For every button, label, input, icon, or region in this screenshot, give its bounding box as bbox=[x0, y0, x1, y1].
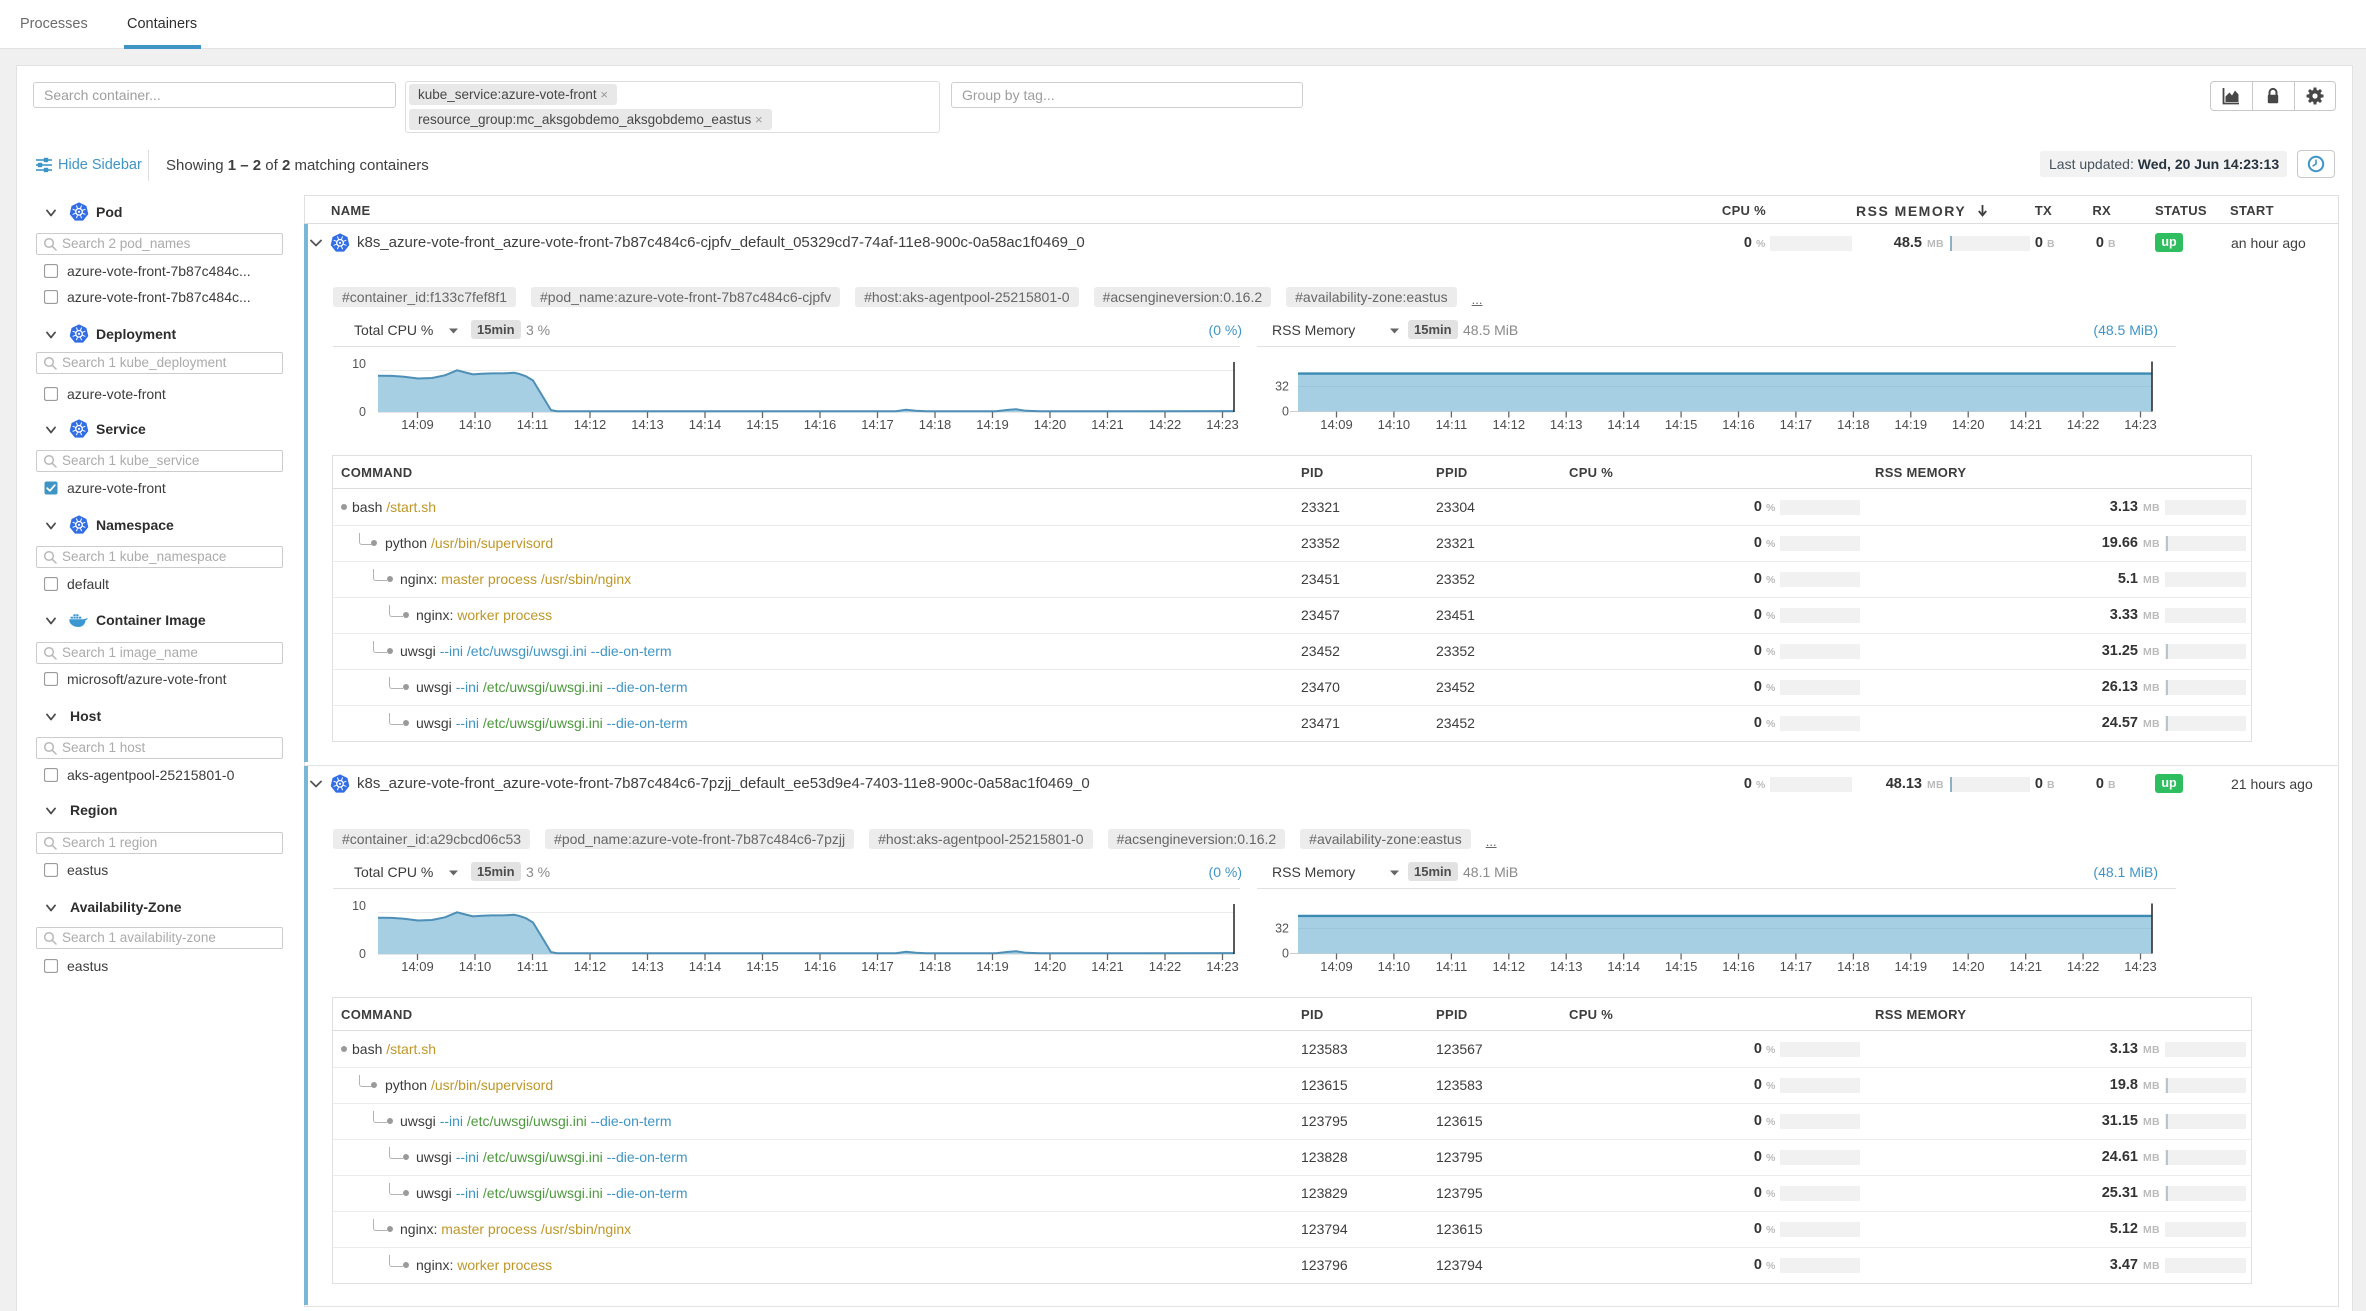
svg-text:14:21: 14:21 bbox=[2009, 959, 2042, 974]
svg-text:14:09: 14:09 bbox=[401, 959, 434, 974]
svg-text:14:19: 14:19 bbox=[1895, 417, 1928, 432]
svg-text:14:15: 14:15 bbox=[1665, 959, 1698, 974]
svg-text:14:12: 14:12 bbox=[574, 959, 607, 974]
svg-text:14:14: 14:14 bbox=[689, 417, 722, 432]
svg-text:14:19: 14:19 bbox=[976, 417, 1009, 432]
svg-text:10: 10 bbox=[352, 899, 366, 913]
svg-text:14:13: 14:13 bbox=[1550, 959, 1583, 974]
svg-text:14:11: 14:11 bbox=[517, 959, 549, 974]
svg-text:14:14: 14:14 bbox=[689, 959, 722, 974]
svg-text:14:22: 14:22 bbox=[2067, 417, 2100, 432]
svg-text:14:12: 14:12 bbox=[1493, 959, 1526, 974]
svg-text:14:11: 14:11 bbox=[517, 417, 549, 432]
svg-text:14:09: 14:09 bbox=[1320, 959, 1353, 974]
svg-text:14:22: 14:22 bbox=[2067, 959, 2100, 974]
svg-text:14:10: 14:10 bbox=[459, 959, 492, 974]
svg-text:14:18: 14:18 bbox=[1837, 417, 1870, 432]
svg-text:14:23: 14:23 bbox=[2124, 417, 2157, 432]
svg-text:0: 0 bbox=[359, 405, 366, 419]
svg-text:14:21: 14:21 bbox=[2009, 417, 2042, 432]
svg-text:14:23: 14:23 bbox=[2124, 959, 2157, 974]
svg-text:14:14: 14:14 bbox=[1607, 959, 1640, 974]
svg-text:14:14: 14:14 bbox=[1607, 417, 1640, 432]
svg-text:14:15: 14:15 bbox=[1665, 417, 1698, 432]
svg-text:32: 32 bbox=[1275, 380, 1289, 394]
svg-text:14:12: 14:12 bbox=[1493, 417, 1526, 432]
svg-text:14:09: 14:09 bbox=[1320, 417, 1353, 432]
svg-text:14:19: 14:19 bbox=[976, 959, 1009, 974]
svg-text:14:16: 14:16 bbox=[1722, 959, 1755, 974]
svg-text:14:20: 14:20 bbox=[1952, 959, 1985, 974]
svg-text:14:17: 14:17 bbox=[861, 417, 894, 432]
svg-text:14:15: 14:15 bbox=[746, 417, 779, 432]
svg-text:14:17: 14:17 bbox=[861, 959, 894, 974]
svg-text:14:20: 14:20 bbox=[1034, 959, 1067, 974]
svg-text:14:13: 14:13 bbox=[631, 417, 664, 432]
svg-text:14:13: 14:13 bbox=[631, 959, 664, 974]
svg-text:14:23: 14:23 bbox=[1206, 959, 1239, 974]
svg-text:0: 0 bbox=[1282, 405, 1289, 419]
svg-text:14:13: 14:13 bbox=[1550, 417, 1583, 432]
svg-text:14:18: 14:18 bbox=[1837, 959, 1870, 974]
svg-text:10: 10 bbox=[352, 357, 366, 371]
svg-text:32: 32 bbox=[1275, 922, 1289, 936]
svg-text:0: 0 bbox=[1282, 947, 1289, 961]
svg-text:14:17: 14:17 bbox=[1780, 959, 1813, 974]
svg-text:14:17: 14:17 bbox=[1780, 417, 1813, 432]
svg-text:14:10: 14:10 bbox=[459, 417, 492, 432]
svg-text:14:10: 14:10 bbox=[1378, 959, 1411, 974]
svg-text:14:16: 14:16 bbox=[804, 959, 837, 974]
svg-text:14:16: 14:16 bbox=[1722, 417, 1755, 432]
svg-text:14:09: 14:09 bbox=[401, 417, 434, 432]
svg-text:14:11: 14:11 bbox=[1436, 417, 1468, 432]
svg-text:14:15: 14:15 bbox=[746, 959, 779, 974]
svg-text:0: 0 bbox=[359, 947, 366, 961]
svg-text:14:19: 14:19 bbox=[1895, 959, 1928, 974]
svg-text:14:23: 14:23 bbox=[1206, 417, 1239, 432]
svg-text:14:18: 14:18 bbox=[919, 959, 952, 974]
svg-text:14:16: 14:16 bbox=[804, 417, 837, 432]
svg-text:14:10: 14:10 bbox=[1378, 417, 1411, 432]
svg-text:14:21: 14:21 bbox=[1091, 417, 1124, 432]
svg-text:14:11: 14:11 bbox=[1436, 959, 1468, 974]
svg-text:14:21: 14:21 bbox=[1091, 959, 1124, 974]
svg-text:14:20: 14:20 bbox=[1034, 417, 1067, 432]
svg-text:14:18: 14:18 bbox=[919, 417, 952, 432]
svg-text:14:20: 14:20 bbox=[1952, 417, 1985, 432]
svg-text:14:12: 14:12 bbox=[574, 417, 607, 432]
svg-text:14:22: 14:22 bbox=[1149, 417, 1182, 432]
svg-text:14:22: 14:22 bbox=[1149, 959, 1182, 974]
